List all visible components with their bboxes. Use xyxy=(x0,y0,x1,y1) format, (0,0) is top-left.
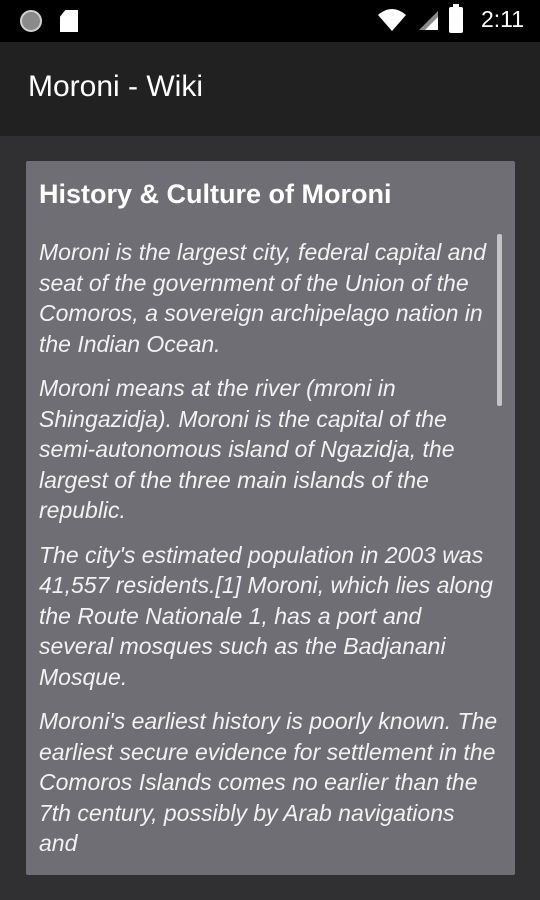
status-clock: 2:11 xyxy=(480,6,524,32)
article-paragraph: Moroni's earliest history is poorly know… xyxy=(39,708,498,856)
wifi-icon xyxy=(377,8,406,31)
article-paragraph: Moroni means at the river (mroni in Shin… xyxy=(39,375,455,523)
article-card: History & Culture of Moroni Moroni is th… xyxy=(26,161,515,875)
article-body[interactable]: Moroni is the largest city, federal capi… xyxy=(39,237,499,867)
article-scrollbar[interactable] xyxy=(497,234,502,406)
app-title: Moroni - Wiki xyxy=(28,70,204,103)
battery-icon xyxy=(448,3,463,33)
status-left-icons xyxy=(20,10,78,32)
article-paragraph: Moroni is the largest city, federal capi… xyxy=(39,239,487,357)
sd-card-icon xyxy=(60,10,78,32)
app-bar: Moroni - Wiki xyxy=(0,42,540,136)
status-right-icons: 2:11 xyxy=(377,3,524,33)
article-paragraph: The city's estimated population in 2003 … xyxy=(39,541,493,690)
signal-icon xyxy=(418,10,438,30)
record-icon xyxy=(20,10,42,32)
card-title: History & Culture of Moroni xyxy=(39,179,392,209)
status-bar: 2:11 xyxy=(0,0,540,42)
